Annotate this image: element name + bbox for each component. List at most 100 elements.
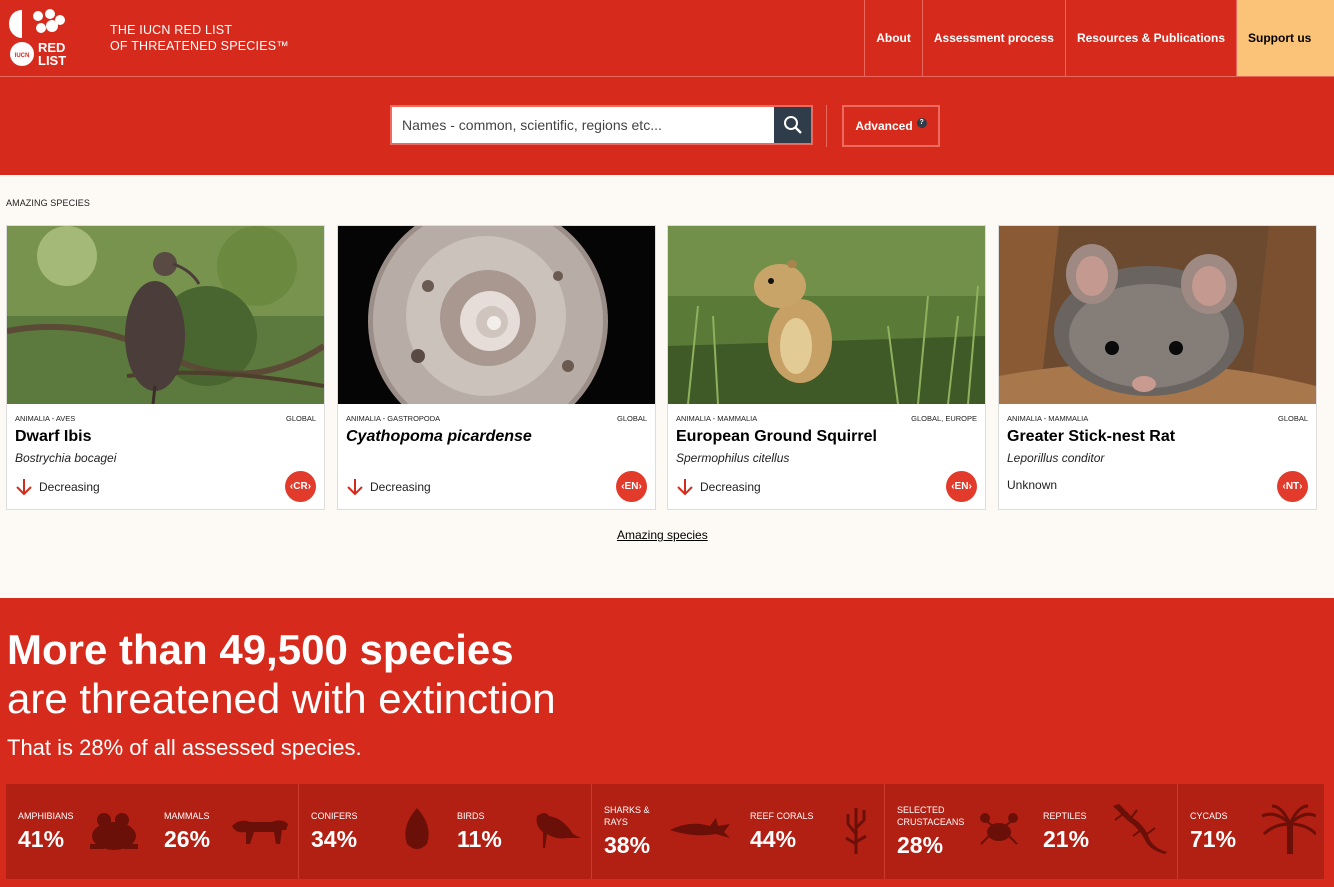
category-code: EN xyxy=(624,481,639,492)
group-name: SHARKS & RAYS xyxy=(604,805,650,827)
card-trend-label: Decreasing xyxy=(700,480,761,494)
card-taxonomy: ANIMALIA - MAMMALIA xyxy=(676,414,758,423)
card-taxonomy: ANIMALIA - MAMMALIA xyxy=(1007,414,1089,423)
card-trend: Decreasing xyxy=(676,478,761,496)
lizard-icon xyxy=(1113,804,1167,854)
card-trend: Unknown xyxy=(1007,478,1057,492)
category-code: CR xyxy=(293,481,308,492)
group-percentage: 26% xyxy=(164,826,211,852)
group-percentage: 34% xyxy=(311,826,358,852)
card-meta: ANIMALIA - GASTROPODA GLOBAL xyxy=(346,414,647,423)
group-pair: CONIFERS 34% BIRDS 11% xyxy=(299,784,592,879)
group-name: AMPHIBIANS xyxy=(18,811,74,821)
card-meta: ANIMALIA - MAMMALIA GLOBAL xyxy=(1007,414,1308,423)
group-mammals[interactable]: MAMMALS 26% xyxy=(152,784,298,879)
category-badge: ‹ EN › xyxy=(616,471,647,502)
red-list-logo[interactable]: IUCN RED LIST xyxy=(8,8,74,68)
logo-badge: IUCN xyxy=(15,53,30,59)
advanced-search-button[interactable]: Advanced ? xyxy=(842,105,940,147)
card-trend-label: Unknown xyxy=(1007,478,1058,492)
group-single: CYCADS 71% xyxy=(1178,784,1324,879)
group-name: MAMMALS xyxy=(164,811,210,821)
pinecone-icon xyxy=(405,808,429,849)
group-name: REEF CORALS xyxy=(750,811,814,821)
group-pair: AMPHIBIANS 41% MAMMALS 26% xyxy=(6,784,299,879)
card-common-name: Cyathopoma picardense xyxy=(346,428,532,445)
species-card-european-ground-squirrel[interactable]: ANIMALIA - MAMMALIA GLOBAL, EUROPE Europ… xyxy=(667,225,986,510)
category-badge: ‹ EN › xyxy=(946,471,977,502)
crab-icon xyxy=(980,813,1018,845)
group-percentage: 41% xyxy=(18,826,65,852)
help-icon: ? xyxy=(916,118,927,128)
group-sharks-rays[interactable]: SHARKS & RAYS 38% xyxy=(592,784,738,879)
amazing-species-link[interactable]: Amazing species xyxy=(617,528,708,542)
decreasing-arrow-icon xyxy=(347,479,363,496)
site-brand[interactable]: THE IUCN RED LIST OF THREATENED SPECIES™ xyxy=(110,22,289,54)
species-photo-dwarf-ibis xyxy=(7,226,324,404)
stats-subline: That is 28% of all assessed species. xyxy=(7,735,362,760)
group-reptiles[interactable]: REPTILES 21% xyxy=(1031,784,1177,879)
brand-line-2: OF THREATENED SPECIES™ xyxy=(110,39,289,53)
card-scientific-name: Spermophilus citellus xyxy=(676,451,790,465)
species-card-dwarf-ibis[interactable]: ANIMALIA - AVES GLOBAL Dwarf Ibis Bostry… xyxy=(6,225,325,510)
group-selected-crustaceans[interactable]: SELECTED CRUSTACEANS 28% xyxy=(885,784,1031,879)
group-amphibians[interactable]: AMPHIBIANS 41% xyxy=(6,784,152,879)
group-percentage: 28% xyxy=(897,832,944,858)
card-scope: GLOBAL xyxy=(285,414,316,423)
decreasing-arrow-icon xyxy=(677,479,693,496)
group-pair: SELECTED CRUSTACEANS 28% REPTILES 21% xyxy=(885,784,1178,879)
threatened-stats-section: More than 49,500 species are threatened … xyxy=(0,598,1334,887)
species-photo-greater-stick-nest-rat xyxy=(999,226,1316,404)
group-name: CONIFERS xyxy=(311,811,358,821)
category-code: EN xyxy=(954,481,969,492)
species-card-greater-stick-nest-rat[interactable]: ANIMALIA - MAMMALIA GLOBAL Greater Stick… xyxy=(998,225,1317,510)
group-percentage: 44% xyxy=(750,826,797,852)
group-percentage: 11% xyxy=(457,826,502,852)
card-trend: Decreasing xyxy=(15,478,100,496)
card-taxonomy: ANIMALIA - AVES xyxy=(15,414,76,423)
species-photo-cyathopoma xyxy=(338,226,655,404)
card-scope: GLOBAL xyxy=(616,414,647,423)
card-common-name: European Ground Squirrel xyxy=(676,428,877,445)
search-band: Advanced ? xyxy=(0,77,1334,175)
search-divider xyxy=(826,105,827,147)
nav-assessment-process[interactable]: Assessment process xyxy=(921,0,1065,76)
search-button[interactable] xyxy=(774,107,811,143)
group-pair: SHARKS & RAYS 38% REEF CORALS 44% xyxy=(592,784,885,879)
group-conifers[interactable]: CONIFERS 34% xyxy=(299,784,445,879)
card-meta: ANIMALIA - AVES GLOBAL xyxy=(15,414,316,423)
species-groups: AMPHIBIANS 41% MAMMALS 26% CONIFERS 34% … xyxy=(6,784,1324,879)
nav-about[interactable]: About xyxy=(864,0,922,76)
brand-line-1: THE IUCN RED LIST xyxy=(110,23,233,37)
card-common-name: Greater Stick-nest Rat xyxy=(1007,428,1176,445)
site-header: IUCN RED LIST THE IUCN RED LIST OF THREA… xyxy=(0,0,1334,77)
cycad-icon xyxy=(1261,804,1316,854)
group-percentage: 71% xyxy=(1190,826,1237,852)
group-name: BIRDS xyxy=(457,811,485,821)
group-birds[interactable]: BIRDS 11% xyxy=(445,784,591,879)
group-percentage: 21% xyxy=(1043,826,1090,852)
group-name: CYCADS xyxy=(1190,811,1228,821)
decreasing-arrow-icon xyxy=(16,479,32,496)
big-cat-icon xyxy=(232,820,288,844)
card-scientific-name: Leporillus conditor xyxy=(1007,451,1105,465)
card-trend-label: Decreasing xyxy=(39,480,100,494)
frog-icon xyxy=(90,813,138,850)
species-card-cyathopoma-picardense[interactable]: ANIMALIA - GASTROPODA GLOBAL Cyathopoma … xyxy=(337,225,656,510)
shark-icon xyxy=(670,818,730,838)
species-photo-european-ground-squirrel xyxy=(668,226,985,404)
group-reef-corals[interactable]: REEF CORALS 44% xyxy=(738,784,884,879)
category-badge: ‹ NT › xyxy=(1277,471,1308,502)
nav-resources-publications[interactable]: Resources & Publications xyxy=(1064,0,1236,76)
card-meta: ANIMALIA - MAMMALIA GLOBAL, EUROPE xyxy=(676,414,977,423)
search-input[interactable] xyxy=(392,107,774,143)
group-percentage: 38% xyxy=(604,832,651,858)
group-cycads[interactable]: CYCADS 71% xyxy=(1178,784,1324,879)
stats-headline: More than 49,500 species xyxy=(7,626,514,673)
search-icon xyxy=(783,116,802,134)
group-name: REPTILES xyxy=(1043,811,1087,821)
card-scientific-name: Bostrychia bocagei xyxy=(15,451,117,465)
card-taxonomy: ANIMALIA - GASTROPODA xyxy=(346,414,441,423)
nav-support-us[interactable]: Support us xyxy=(1236,0,1334,76)
main-nav: About Assessment process Resources & Pub… xyxy=(864,0,1334,76)
